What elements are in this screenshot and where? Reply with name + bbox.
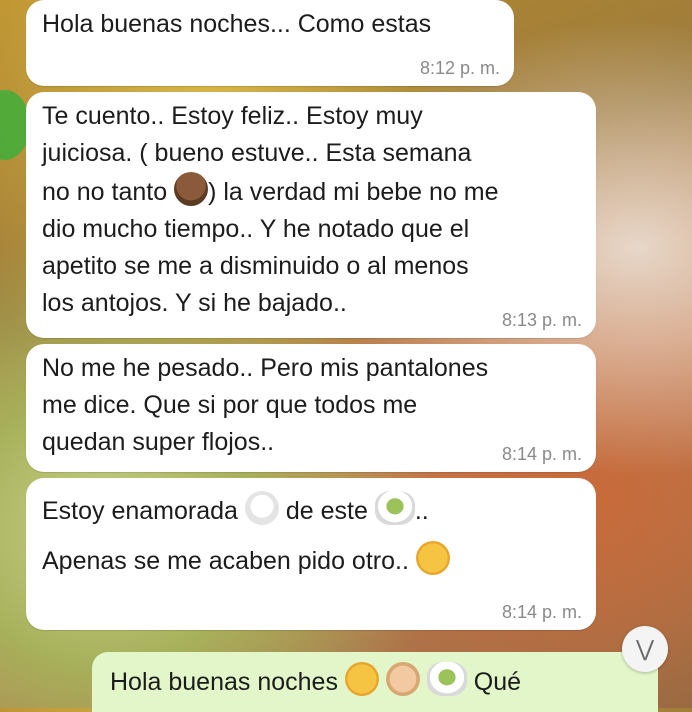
message-bubble[interactable]: Estoy enamorada de este .. Apenas se me a…: [26, 478, 596, 630]
message-text-part: Qué: [466, 668, 521, 696]
message-text-part: de este: [278, 497, 375, 525]
message-text: No me he pesado.. Pero mis pantalones me…: [42, 354, 489, 456]
white-heart-icon: [244, 491, 279, 525]
outgoing-message-bubble[interactable]: Hola buenas noches Qué: [92, 652, 658, 712]
message-text: Estoy enamorada de este .. Apenas se me a…: [42, 484, 580, 586]
message-text: Te cuento.. Estoy feliz.. Estoy muy juic…: [42, 98, 580, 322]
message-text-part: Estoy enamorada: [42, 497, 245, 525]
smiling-face-with-hearts-icon: [415, 541, 450, 575]
message-time: 8:14 p. m.: [501, 602, 582, 622]
heart-eyes-icon: [344, 662, 379, 696]
message-time: 8:14 p. m.: [501, 444, 582, 464]
message-text-part: Hola buenas noches: [110, 668, 345, 696]
double-chevron-down-icon: ⋁: [635, 636, 655, 661]
see-no-evil-monkey-icon: [174, 172, 209, 206]
message-time: 8:13 p. m.: [501, 310, 582, 330]
message-text-part: Apenas se me acaben pido otro..: [42, 547, 416, 575]
scroll-to-bottom-button[interactable]: ⋁: [622, 626, 668, 672]
message-bubble[interactable]: No me he pesado.. Pero mis pantalones me…: [26, 344, 596, 472]
message-bubble[interactable]: Hola buenas noches... Como estas 8:12 p.…: [26, 0, 514, 86]
message-bubble[interactable]: Te cuento.. Estoy feliz.. Estoy muy juic…: [26, 92, 596, 338]
tea-cup-icon: [374, 491, 415, 525]
tea-cup-icon: [426, 662, 467, 696]
message-time: 8:12 p. m.: [419, 58, 500, 78]
message-text-part: ..: [414, 497, 429, 525]
clapping-hands-icon: [385, 662, 420, 696]
message-text: Hola buenas noches... Como estas: [42, 10, 432, 38]
